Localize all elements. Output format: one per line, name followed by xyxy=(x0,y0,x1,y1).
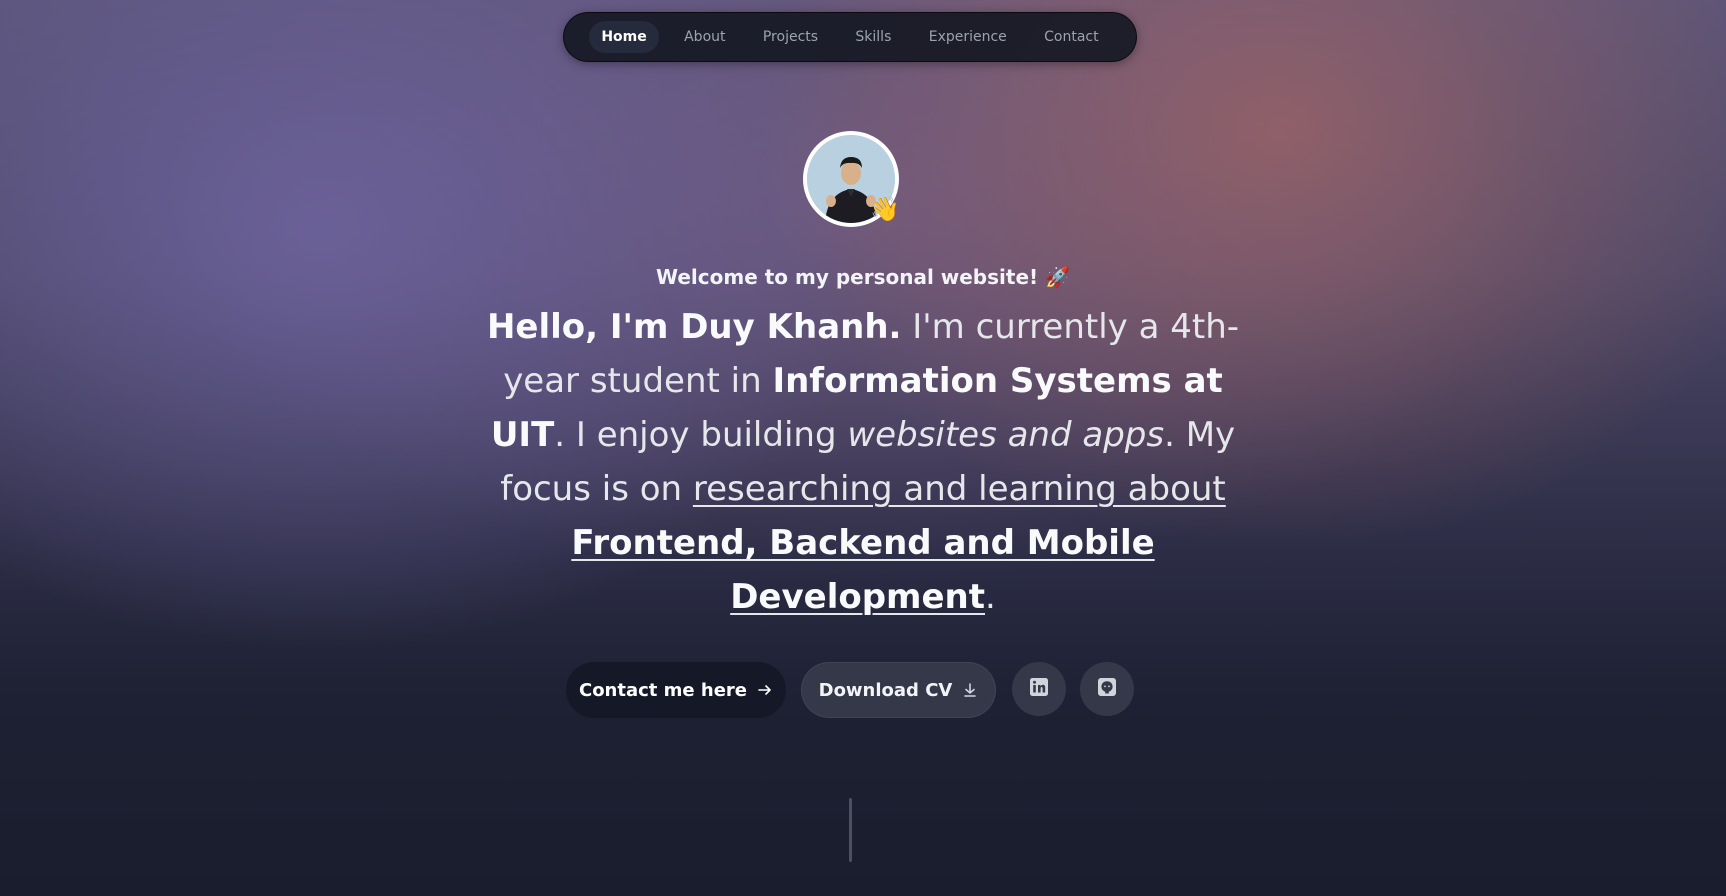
headline-emphasis: websites and apps xyxy=(847,415,1165,455)
nav-projects[interactable]: Projects xyxy=(751,21,830,53)
waving-hand-icon: 👋 xyxy=(870,195,900,223)
contact-me-button[interactable]: Contact me here xyxy=(566,662,786,718)
top-nav: Home About Projects Skills Experience Co… xyxy=(563,12,1137,62)
download-icon xyxy=(962,682,978,698)
download-cv-label: Download CV xyxy=(818,679,953,701)
linkedin-button[interactable] xyxy=(1012,662,1066,716)
github-button[interactable] xyxy=(1080,662,1134,716)
linkedin-icon xyxy=(1029,677,1049,702)
headline-focus-bold: Frontend, Backend and Mobile Development xyxy=(571,523,1155,617)
headline-focus: researching and learning about xyxy=(692,469,1226,509)
download-cv-button[interactable]: Download CV xyxy=(801,662,996,718)
headline-text-2: . I enjoy building xyxy=(554,415,848,455)
headline-greeting: Hello, I'm Duy Khanh. xyxy=(486,307,902,347)
headline-focus-areas: Frontend, Backend and Mobile Development xyxy=(571,523,1154,617)
contact-me-label: Contact me here xyxy=(578,679,748,701)
headline-end: . xyxy=(985,577,996,617)
hero-headline: Hello, I'm Duy Khanh. I'm currently a 4t… xyxy=(483,300,1243,624)
nav-experience[interactable]: Experience xyxy=(917,21,1019,53)
nav-contact[interactable]: Contact xyxy=(1032,21,1110,53)
profile-avatar: 👋 xyxy=(803,131,900,227)
arrow-right-icon xyxy=(757,682,773,698)
github-icon xyxy=(1097,677,1117,702)
nav-home[interactable]: Home xyxy=(589,21,659,53)
welcome-text: Welcome to my personal website! 🚀 xyxy=(655,265,1070,289)
scroll-indicator xyxy=(849,798,852,862)
nav-skills[interactable]: Skills xyxy=(843,21,903,53)
nav-about[interactable]: About xyxy=(672,21,737,53)
